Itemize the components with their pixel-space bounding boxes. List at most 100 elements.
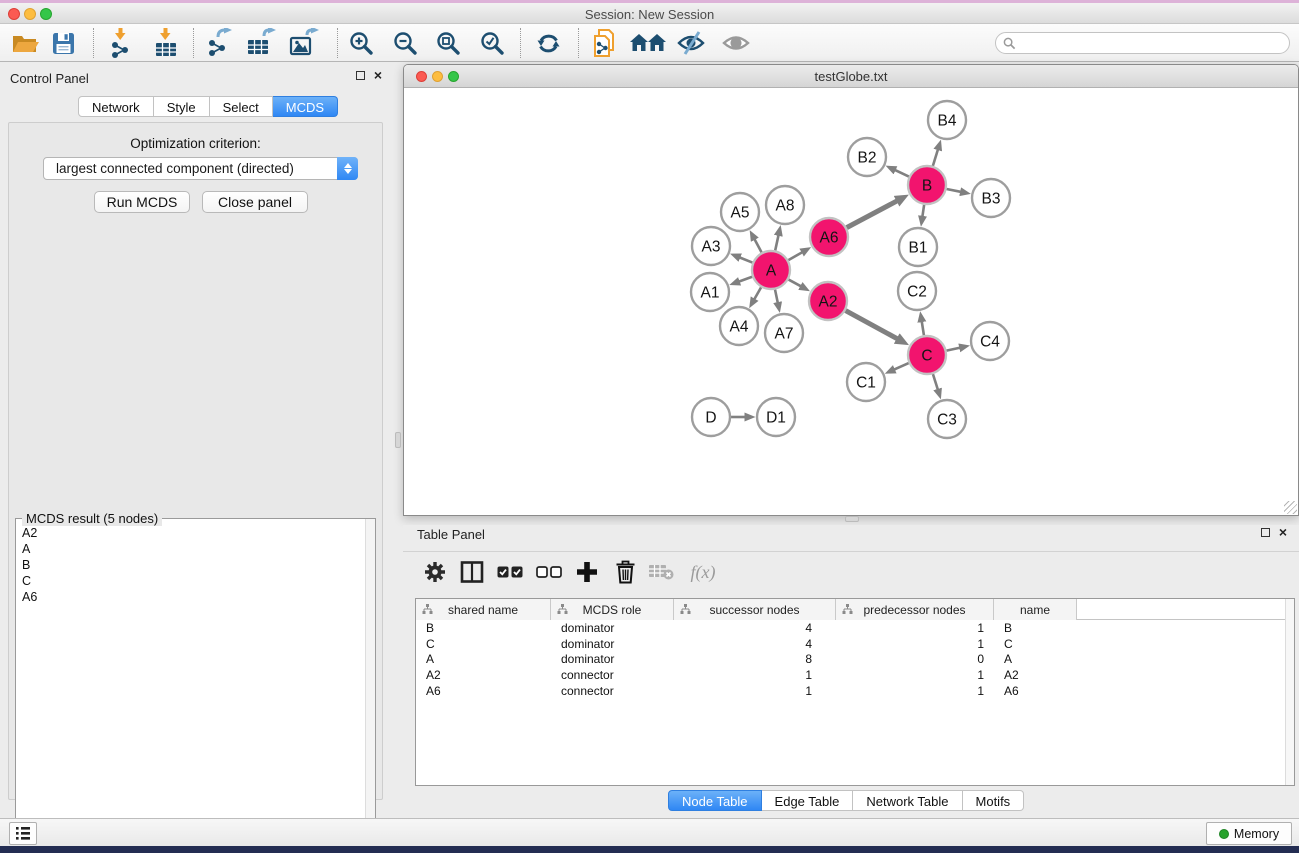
close-panel-button[interactable]: Close panel bbox=[202, 191, 308, 213]
mcds-result-item[interactable]: A2 bbox=[22, 525, 365, 541]
close-panel-icon[interactable]: × bbox=[374, 70, 382, 80]
clone-network-icon[interactable] bbox=[588, 26, 622, 60]
vertical-split-handle[interactable] bbox=[395, 432, 401, 448]
graph-edge-C-C3[interactable] bbox=[933, 374, 938, 389]
zoom-fit-icon[interactable] bbox=[431, 26, 465, 60]
task-history-button[interactable] bbox=[9, 822, 37, 845]
mcds-result-item[interactable]: C bbox=[22, 573, 365, 589]
graph-edge-B-B2[interactable] bbox=[895, 170, 909, 176]
column-header-predecessor-nodes[interactable]: predecessor nodes bbox=[836, 599, 994, 620]
zoom-out-icon[interactable] bbox=[388, 26, 422, 60]
function-builder-icon[interactable]: f(x) bbox=[683, 555, 723, 589]
tab-network-table[interactable]: Network Table bbox=[853, 790, 962, 811]
list-icon bbox=[15, 826, 31, 841]
graph-edge-B-B3[interactable] bbox=[947, 189, 961, 192]
graph-edge-A2-C[interactable] bbox=[846, 311, 898, 339]
tab-select[interactable]: Select bbox=[210, 96, 273, 117]
result-list-scrollbar[interactable] bbox=[365, 519, 375, 853]
table-settings-icon[interactable] bbox=[418, 555, 452, 589]
mcds-result-item[interactable]: B bbox=[22, 557, 365, 573]
table-cell: 4 bbox=[674, 621, 836, 635]
select-all-icon[interactable] bbox=[493, 555, 527, 589]
zoom-selected-icon[interactable] bbox=[475, 26, 509, 60]
graph-edge-C-C2[interactable] bbox=[922, 322, 924, 336]
control-panel: Control Panel × NetworkStyleSelectMCDS O… bbox=[0, 65, 390, 805]
table-row[interactable]: A2connector11A2 bbox=[416, 667, 1294, 683]
show-graphics-details-icon[interactable] bbox=[719, 26, 753, 60]
criterion-dropdown[interactable]: largest connected component (directed) bbox=[43, 157, 358, 180]
home-view-icon[interactable] bbox=[628, 26, 668, 60]
graph-edge-A-A6[interactable] bbox=[788, 252, 802, 260]
tab-node-table[interactable]: Node Table bbox=[668, 790, 762, 811]
tab-edge-table[interactable]: Edge Table bbox=[762, 790, 854, 811]
graph-edge-A-A2[interactable] bbox=[789, 280, 801, 287]
column-header-name[interactable]: name bbox=[994, 599, 1077, 620]
float-panel-icon[interactable] bbox=[356, 71, 365, 80]
graph-edge-A-A1[interactable] bbox=[739, 277, 752, 282]
graph-edge-B-B4[interactable] bbox=[933, 150, 938, 166]
search-input[interactable] bbox=[1016, 35, 1289, 51]
graph-node-label: B bbox=[922, 178, 932, 195]
graph-edge-A-A8[interactable] bbox=[775, 235, 778, 250]
search-field[interactable] bbox=[995, 32, 1290, 54]
delete-table-icon[interactable] bbox=[644, 555, 678, 589]
export-table-icon[interactable] bbox=[244, 26, 278, 60]
graph-edge-A6-B[interactable] bbox=[847, 201, 897, 228]
tab-style[interactable]: Style bbox=[154, 96, 210, 117]
memory-button[interactable]: Memory bbox=[1206, 822, 1292, 845]
zoom-in-icon[interactable] bbox=[344, 26, 378, 60]
table-row[interactable]: Cdominator41C bbox=[416, 636, 1294, 652]
table-cell: connector bbox=[551, 668, 674, 682]
hide-unhide-icon[interactable] bbox=[674, 26, 708, 60]
column-header-successor-nodes[interactable]: successor nodes bbox=[674, 599, 836, 620]
table-row[interactable]: Bdominator41B bbox=[416, 620, 1294, 636]
graph-edge-A-A5[interactable] bbox=[755, 239, 762, 252]
import-table-icon[interactable] bbox=[149, 26, 183, 60]
graph-edge-A-A3[interactable] bbox=[740, 258, 753, 263]
graph-edge-C-C1[interactable] bbox=[894, 363, 908, 369]
export-network-icon[interactable] bbox=[202, 26, 236, 60]
open-file-icon[interactable] bbox=[8, 26, 42, 60]
network-window-title: testGlobe.txt bbox=[404, 69, 1298, 84]
table-panel: Table Panel × bbox=[403, 525, 1299, 815]
deselect-all-icon[interactable] bbox=[532, 555, 566, 589]
column-header-shared-name[interactable]: shared name bbox=[416, 599, 551, 620]
mcds-result-item[interactable]: A bbox=[22, 541, 365, 557]
graph-node-label: C2 bbox=[907, 284, 927, 301]
table-cell: A bbox=[994, 652, 1077, 666]
mcds-subpanel: Optimization criterion: largest connecte… bbox=[8, 122, 383, 800]
table-cell: 1 bbox=[674, 684, 836, 698]
graph-edge-A-A4[interactable] bbox=[754, 287, 761, 299]
split-view-icon[interactable] bbox=[455, 555, 489, 589]
mcds-result-item[interactable]: A6 bbox=[22, 589, 365, 605]
column-header-mcds-role[interactable]: MCDS role bbox=[551, 599, 674, 620]
add-column-icon[interactable] bbox=[570, 555, 604, 589]
tab-mcds[interactable]: MCDS bbox=[273, 96, 338, 117]
app-title: Session: New Session bbox=[0, 7, 1299, 22]
window-resize-grip[interactable] bbox=[1284, 501, 1297, 514]
apply-layout-icon[interactable] bbox=[531, 26, 565, 60]
network-window-titlebar[interactable]: testGlobe.txt bbox=[404, 65, 1298, 88]
table-scrollbar[interactable] bbox=[1285, 599, 1294, 785]
export-image-icon[interactable] bbox=[287, 26, 321, 60]
table-row[interactable]: A6connector11A6 bbox=[416, 683, 1294, 699]
run-mcds-button[interactable]: Run MCDS bbox=[94, 191, 190, 213]
graph-edge-B-B1[interactable] bbox=[922, 205, 924, 217]
mcds-result-list[interactable]: A2ABCA6 bbox=[16, 521, 365, 853]
horizontal-split-handle[interactable] bbox=[845, 516, 859, 522]
table-panel-title: Table Panel bbox=[417, 527, 485, 542]
float-panel-icon[interactable] bbox=[1261, 528, 1270, 537]
tab-motifs[interactable]: Motifs bbox=[963, 790, 1025, 811]
tab-network[interactable]: Network bbox=[78, 96, 154, 117]
save-session-icon[interactable] bbox=[46, 26, 80, 60]
mcds-result-box: MCDS result (5 nodes) A2ABCA6 bbox=[15, 518, 376, 853]
delete-column-icon[interactable] bbox=[608, 555, 642, 589]
table-row[interactable]: Adominator80A bbox=[416, 652, 1294, 668]
import-network-icon[interactable] bbox=[104, 26, 138, 60]
close-panel-icon[interactable]: × bbox=[1279, 527, 1287, 537]
graph-edge-C-C4[interactable] bbox=[947, 348, 960, 351]
criterion-value: largest connected component (directed) bbox=[44, 161, 337, 176]
network-canvas[interactable]: AA6A2BCA5A8A3A1A4A7B2B4B3B1C2C4C1C3DD1 bbox=[404, 88, 1298, 515]
graph-node-label: D bbox=[705, 410, 716, 427]
graph-edge-A-A7[interactable] bbox=[775, 290, 778, 303]
